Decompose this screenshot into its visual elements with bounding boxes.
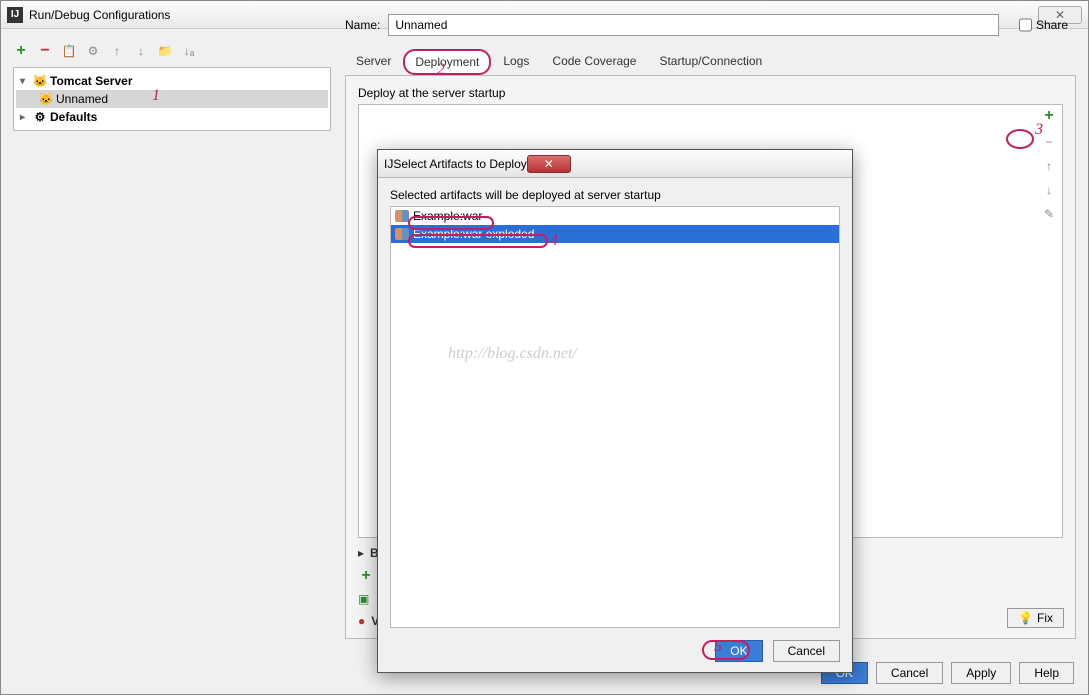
tree-node-defaults[interactable]: ▸ ⚙ Defaults	[16, 108, 328, 126]
move-up-icon[interactable]: ↑	[109, 43, 125, 59]
bulb-icon: 💡	[1018, 611, 1033, 625]
dialog-subtitle: Selected artifacts will be deployed at s…	[390, 188, 840, 202]
run-debug-window: IJ Run/Debug Configurations ✕ + − 📋 ⚙ ↑ …	[0, 0, 1089, 695]
sort-icon[interactable]: ↓ₐ	[181, 43, 197, 59]
deploy-remove-icon[interactable]: −	[1045, 135, 1052, 149]
fix-button[interactable]: 💡 Fix	[1007, 608, 1064, 628]
config-tree[interactable]: ▾ 🐱 Tomcat Server 🐱 Unnamed ▸ ⚙ Defaults	[13, 67, 331, 131]
tree-node-tomcat[interactable]: ▾ 🐱 Tomcat Server	[16, 72, 328, 90]
tree-node-unnamed[interactable]: 🐱 Unnamed	[16, 90, 328, 108]
artifact-list[interactable]: Example:war Example:war exploded http://…	[390, 206, 840, 628]
tomcat-local-icon: 🐱	[38, 92, 54, 106]
before-launch-add-icon[interactable]: +	[358, 568, 374, 584]
deploy-edit-icon[interactable]: ✎	[1044, 207, 1054, 221]
fix-label: Fix	[1037, 611, 1053, 625]
remove-config-icon[interactable]: −	[37, 43, 53, 59]
deploy-up-icon[interactable]: ↑	[1046, 159, 1052, 173]
add-config-icon[interactable]: +	[13, 43, 29, 59]
dialog-titlebar: IJ Select Artifacts to Deploy ✕	[378, 150, 852, 178]
app-icon: IJ	[7, 7, 23, 23]
move-down-icon[interactable]: ↓	[133, 43, 149, 59]
dialog-cancel-button[interactable]: Cancel	[773, 640, 840, 662]
warning-icon: ●	[358, 614, 365, 628]
window-title: Run/Debug Configurations	[29, 8, 170, 22]
tab-deployment[interactable]: Deployment	[403, 49, 491, 75]
share-label: Share	[1036, 18, 1068, 32]
name-label: Name:	[345, 18, 380, 32]
defaults-icon: ⚙	[32, 110, 48, 124]
select-artifacts-dialog: IJ Select Artifacts to Deploy ✕ Selected…	[377, 149, 853, 673]
tab-logs[interactable]: Logs	[492, 49, 540, 75]
deploy-label: Deploy at the server startup	[358, 86, 1063, 100]
dialog-app-icon: IJ	[384, 157, 393, 171]
share-checkbox[interactable]: Share	[1015, 11, 1068, 39]
annotation-3-circle	[1006, 129, 1034, 149]
tree-label: Unnamed	[56, 92, 108, 106]
tab-startup[interactable]: Startup/Connection	[648, 49, 773, 75]
deploy-add-icon[interactable]: +	[1044, 107, 1053, 125]
annotation-underline-exploded	[408, 234, 548, 248]
artifact-icon	[395, 210, 409, 222]
deploy-down-icon[interactable]: ↓	[1046, 183, 1052, 197]
settings-icon[interactable]: ⚙	[85, 43, 101, 59]
left-toolbar: + − 📋 ⚙ ↑ ↓ 📁 ↓ₐ	[13, 39, 331, 63]
dialog-close-button[interactable]: ✕	[527, 155, 571, 173]
share-check[interactable]	[1019, 14, 1032, 36]
copy-config-icon[interactable]: 📋	[61, 43, 77, 59]
tab-server[interactable]: Server	[345, 49, 402, 75]
tabs: Server Deployment Logs Code Coverage Sta…	[345, 49, 1076, 76]
collapse-icon[interactable]: ▸	[358, 546, 364, 560]
expand-icon[interactable]: ▸	[20, 112, 32, 123]
build-step-icon: ▣	[358, 592, 369, 606]
expand-icon[interactable]: ▾	[20, 76, 32, 87]
name-input[interactable]	[388, 14, 999, 36]
annotation-underline-war	[408, 216, 494, 230]
cancel-button[interactable]: Cancel	[876, 662, 943, 684]
apply-button[interactable]: Apply	[951, 662, 1011, 684]
deploy-side-toolbar: + − ↑ ↓ ✎	[1036, 105, 1062, 537]
tree-label: Defaults	[50, 110, 97, 124]
artifact-icon	[395, 228, 409, 240]
tomcat-icon: 🐱	[32, 74, 48, 88]
folder-icon[interactable]: 📁	[157, 43, 173, 59]
tab-coverage[interactable]: Code Coverage	[541, 49, 647, 75]
annotation-circle-ok	[702, 640, 750, 660]
tree-label: Tomcat Server	[50, 74, 132, 88]
footer: OK Cancel Apply Help	[821, 662, 1074, 684]
dialog-title: Select Artifacts to Deploy	[393, 157, 526, 171]
watermark: http://blog.csdn.net/	[448, 345, 577, 363]
help-button[interactable]: Help	[1019, 662, 1074, 684]
